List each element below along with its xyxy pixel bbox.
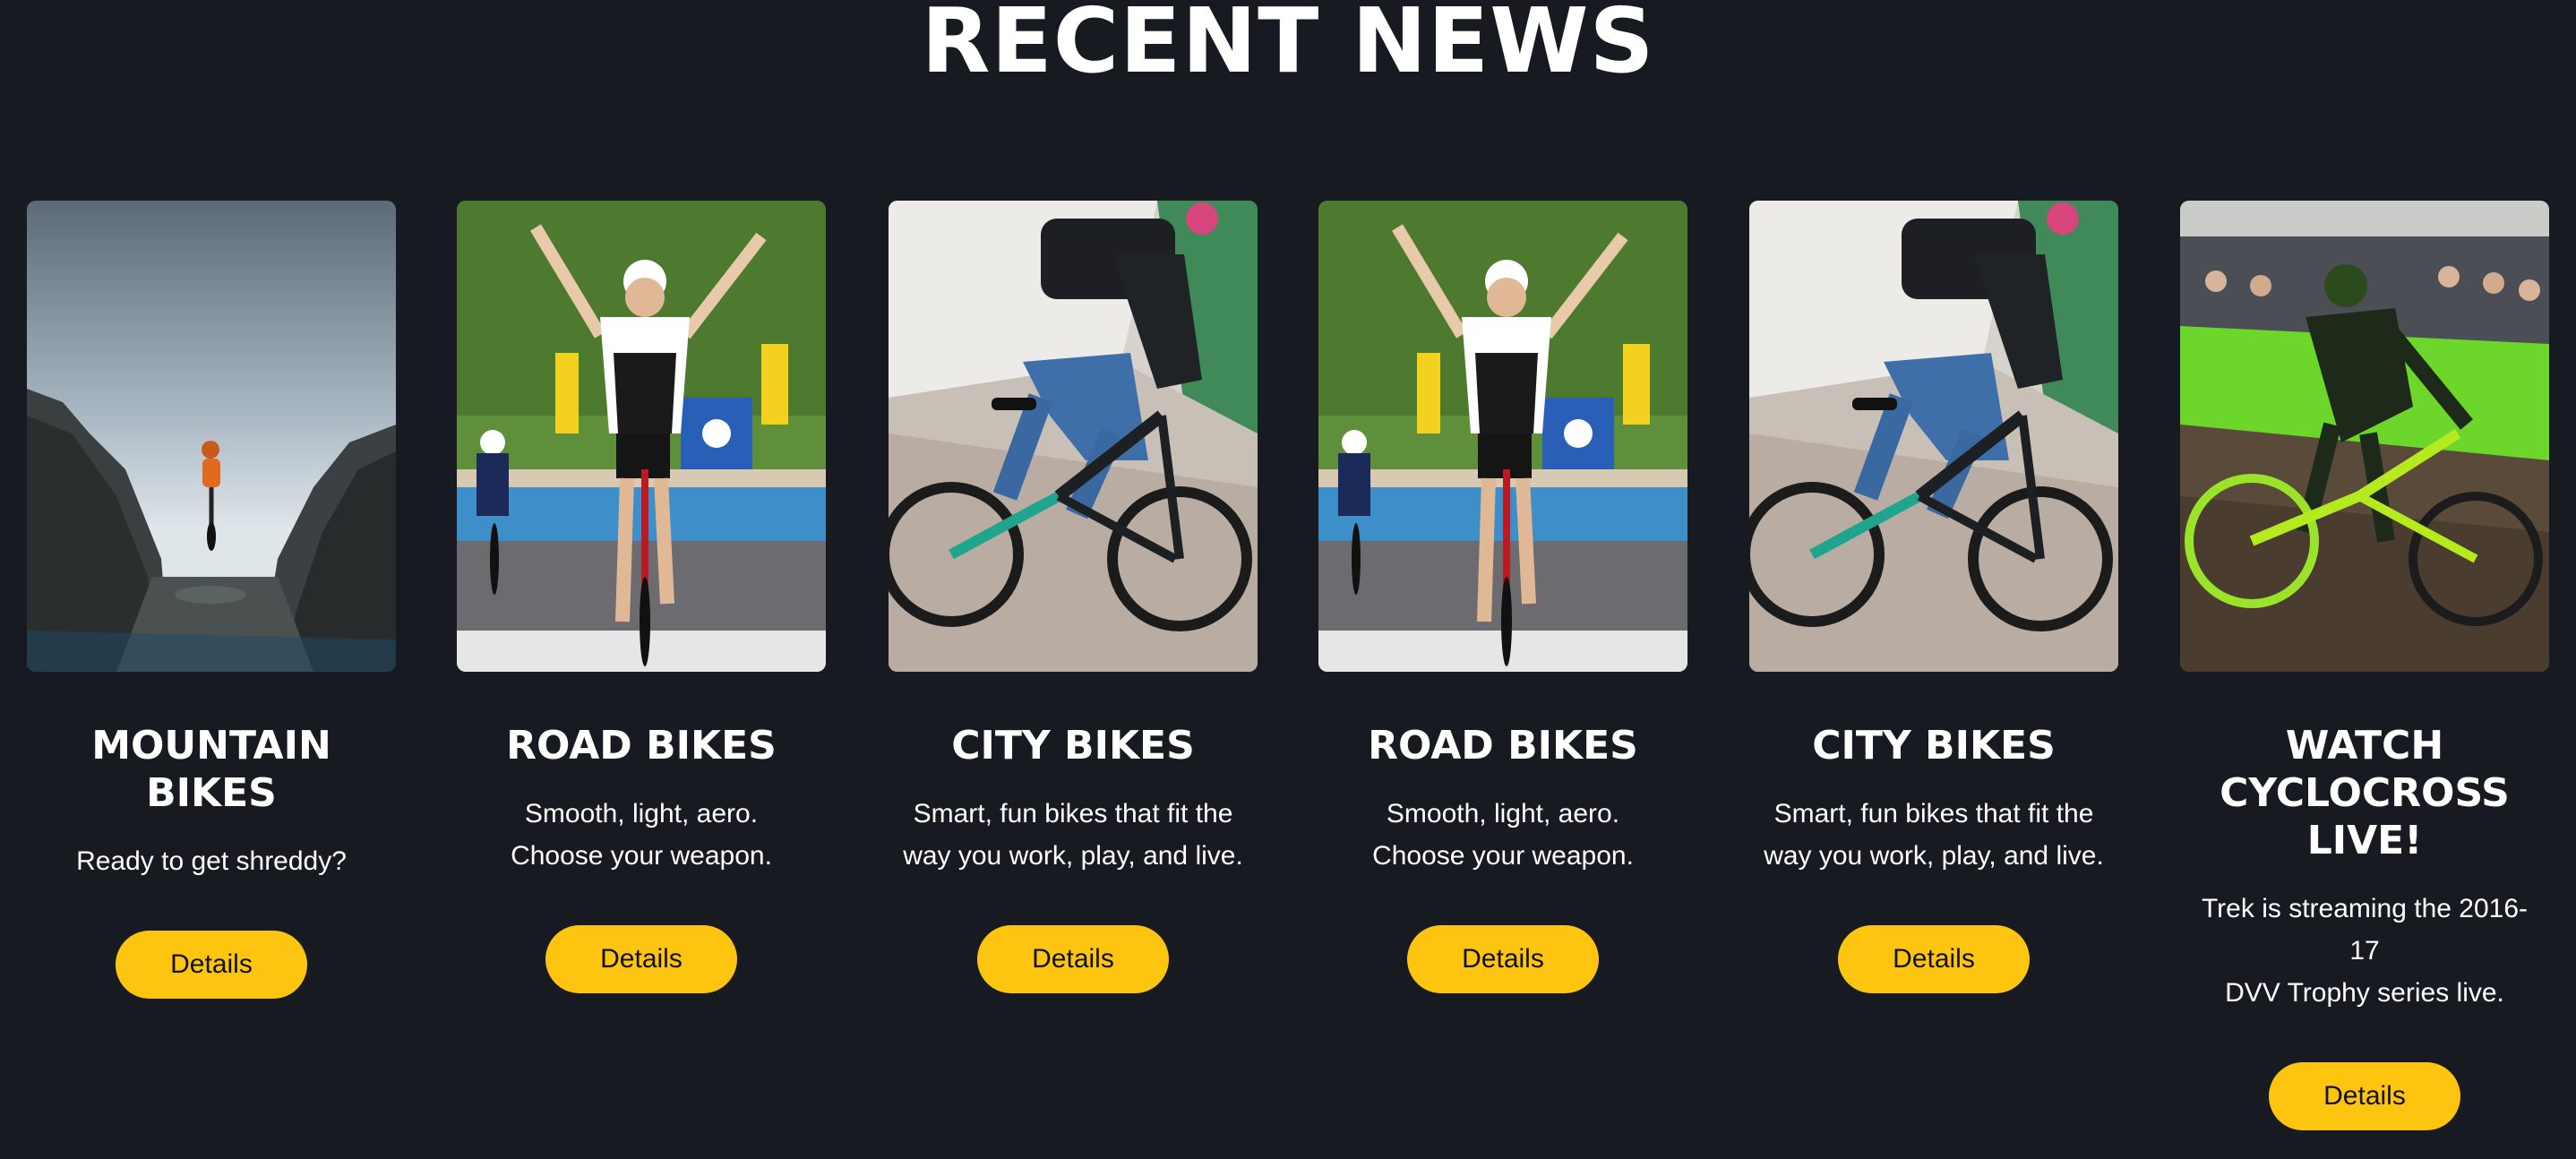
city-bike-rider-photo[interactable]: [889, 201, 1258, 672]
card-title: CITY BIKES: [1812, 723, 2056, 768]
card-description: Smooth, light, aero. Choose your weapon.: [511, 799, 772, 871]
card-title: MOUNTAIN BIKES: [91, 723, 331, 816]
road-bike-race-photo[interactable]: [1318, 201, 1687, 672]
details-button[interactable]: Details: [2269, 1062, 2460, 1130]
card-title: CITY BIKES: [951, 723, 1195, 768]
news-card-city-bikes: CITY BIKES Smart, fun bikes that fit the…: [889, 201, 1258, 993]
card-description: Smooth, light, aero. Choose your weapon.: [1372, 799, 1634, 871]
card-title: WATCH CYCLOCROSS LIVE!: [2220, 723, 2510, 863]
news-card-road-bikes: ROAD BIKES Smooth, light, aero. Choose y…: [1318, 201, 1687, 993]
news-card-road-bikes: ROAD BIKES Smooth, light, aero. Choose y…: [457, 201, 826, 993]
cyclocross-rider-photo[interactable]: [2180, 201, 2549, 672]
card-description: Trek is streaming the 2016-17 DVV Trophy…: [2201, 894, 2529, 1008]
details-button[interactable]: Details: [545, 925, 737, 993]
card-title: ROAD BIKES: [1368, 723, 1638, 768]
details-button[interactable]: Details: [1838, 925, 2030, 993]
details-button[interactable]: Details: [1407, 925, 1599, 993]
card-description: Smart, fun bikes that fit the way you wo…: [903, 799, 1243, 871]
road-bike-race-photo[interactable]: [457, 201, 826, 672]
news-card-mountain-bikes: MOUNTAIN BIKES Ready to get shreddy? Det…: [27, 201, 396, 999]
details-button[interactable]: Details: [977, 925, 1169, 993]
page-title: RECENT NEWS: [921, 0, 1655, 93]
news-card-city-bikes: CITY BIKES Smart, fun bikes that fit the…: [1749, 201, 2118, 993]
card-description: Smart, fun bikes that fit the way you wo…: [1764, 799, 2104, 871]
card-title: ROAD BIKES: [506, 723, 777, 768]
mountain-bike-photo[interactable]: [27, 201, 396, 672]
card-description: Ready to get shreddy?: [76, 846, 347, 876]
news-card-cyclocross: WATCH CYCLOCROSS LIVE! Trek is streaming…: [2180, 201, 2549, 1130]
city-bike-rider-photo[interactable]: [1749, 201, 2118, 672]
details-button[interactable]: Details: [116, 931, 307, 999]
